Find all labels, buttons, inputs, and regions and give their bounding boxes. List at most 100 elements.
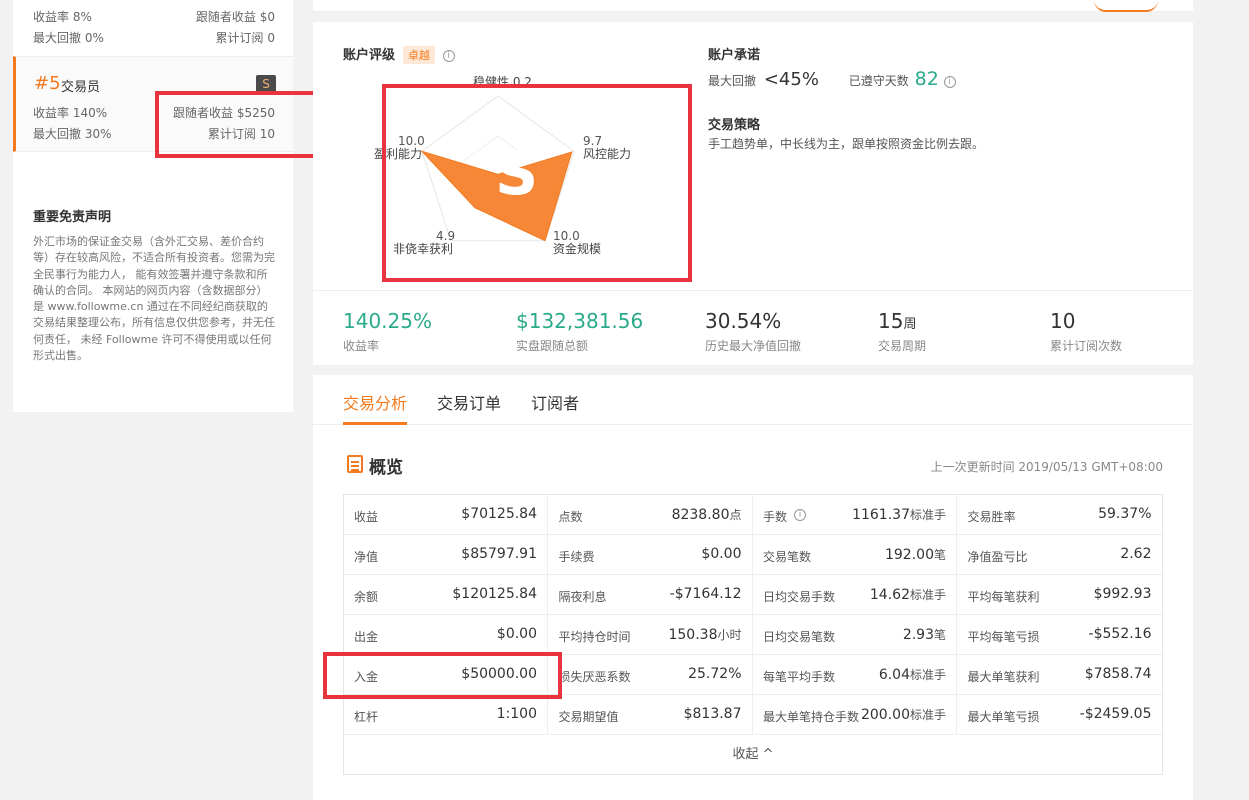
metric-value: 6.04标准手 [879, 666, 946, 683]
metric-label: 净值盈亏比 [967, 550, 1028, 564]
metric-label: 收益 [354, 510, 379, 524]
metric-value: 192.00笔 [885, 546, 946, 563]
table-cell: 杠杆 1:100 [344, 695, 548, 735]
metric-value: 200.00标准手 [861, 706, 946, 723]
collapse-button[interactable]: 收起 ^ [344, 735, 1162, 775]
trader-list-panel: 收益率 8% 跟随者收益 $0 最大回撤 0% 累计订阅 0 #5 交易员 S … [13, 0, 293, 412]
metric-number: $70125.84 [461, 506, 537, 522]
tab-analysis[interactable]: 交易分析 [343, 390, 407, 414]
trader-follower-return: 跟随者收益 $0 [195, 10, 275, 24]
last-updated: 上一次更新时间 2019/05/13 GMT+08:00 [930, 460, 1163, 474]
metric-label: 日均交易手数 [763, 590, 836, 604]
table-cell: 日均交易手数 14.62标准手 [753, 575, 957, 615]
metric-number: 192.00 [884, 547, 934, 563]
metric-number: $120125.84 [452, 586, 537, 602]
metric-number: 25.72% [688, 666, 742, 682]
table-cell: 净值盈亏比 2.62 [958, 535, 1162, 575]
stat-max-drawdown: 30.54% 历史最大净值回撤 [705, 309, 801, 354]
disclaimer-text: 外汇市场的保证金交易（含外汇交易、差价合约等）存在较高风险，不适合所有投资者。您… [33, 235, 275, 363]
metric-label: 杠杆 [354, 710, 379, 724]
metric-number: 8238.80 [671, 507, 730, 523]
metric-label: 每笔平均手数 [763, 670, 836, 684]
metric-number: $813.87 [683, 706, 742, 722]
tab-subscribers[interactable]: 订阅者 [531, 390, 579, 414]
metric-unit: 小时 [717, 628, 742, 642]
metric-label: 平均每笔亏损 [967, 630, 1040, 644]
document-icon [347, 455, 363, 473]
max-dd-value: <45% [763, 69, 819, 90]
metric-unit: 标准手 [909, 668, 946, 682]
stat-follow-total: $132,381.56 实盘跟随总额 [516, 309, 643, 354]
metric-number: 59.37% [1098, 506, 1152, 522]
table-cell: 手续费 $0.00 [549, 535, 753, 575]
table-row: 余额 $120125.84 隔夜利息 -$7164.12 日均交易手数 14.62标准手平… [344, 575, 1162, 615]
table-cell: 最大单笔亏损 -$2459.05 [958, 695, 1162, 735]
strategy-label: 交易策略 [708, 118, 761, 133]
metric-unit: 笔 [933, 628, 946, 642]
metric-number: 200.00 [860, 707, 910, 723]
metric-label: 余额 [354, 590, 379, 604]
table-row: 出金 $0.00 平均持仓时间 150.38小时 日均交易笔数 2.93笔 平均每笔亏损 -$… [344, 615, 1162, 655]
metric-label: 日均交易笔数 [763, 630, 836, 644]
highlight-box-radar [382, 84, 692, 282]
stat-return-value: 140.25% [343, 309, 432, 333]
commitment-label: 账户承诺 [708, 48, 761, 63]
metric-label: 出金 [354, 630, 379, 644]
account-summary-card: 账户评级 卓越 i S 稳健性 0.2 9.7 风控能力 10.0 资金规模 4… [313, 22, 1193, 365]
table-cell: 收益 $70125.84 [344, 495, 548, 535]
trader-return: 收益率 8% [33, 10, 92, 24]
metric-label: 损失厌恶系数 [558, 670, 631, 684]
metric-unit: 标准手 [909, 708, 946, 722]
metric-number: $0.00 [701, 546, 742, 562]
info-icon[interactable]: i [442, 49, 455, 62]
trader-return: 收益率 140% [33, 106, 108, 120]
metric-unit: 标准手 [909, 508, 946, 522]
overview-title: 概览 [369, 458, 403, 478]
stat-max-drawdown-value: 30.54% [705, 309, 782, 333]
metric-unit: 点 [729, 508, 742, 522]
metric-value: 2.93笔 [903, 626, 946, 643]
metric-label: 交易期望值 [558, 710, 619, 724]
metric-unit: 笔 [933, 548, 946, 562]
table-cell: 日均交易笔数 2.93笔 [753, 615, 957, 655]
table-cell: 点数 8238.80点 [549, 495, 753, 535]
days-label: 已遵守天数 [848, 74, 909, 88]
metric-label: 最大单笔持仓手数 [763, 710, 860, 724]
trader-role: 交易员 [61, 80, 101, 95]
table-cell: 最大单笔获利 $7858.74 [958, 655, 1162, 695]
table-cell: 出金 $0.00 [344, 615, 548, 655]
table-cell: 最大单笔持仓手数 200.00标准手 [753, 695, 957, 735]
follow-button-edge[interactable] [1094, 0, 1158, 12]
lots-info-icon[interactable]: i [794, 509, 806, 521]
metric-value: $120125.84 [452, 586, 537, 602]
metric-number: -$7164.12 [669, 586, 742, 602]
disclaimer-title: 重要免责声明 [33, 210, 112, 225]
metric-number: 1:100 [496, 706, 537, 722]
metric-number: 1161.37 [852, 507, 910, 523]
tab-orders[interactable]: 交易订单 [437, 390, 501, 414]
table-cell: 平均每笔获利 $992.93 [958, 575, 1162, 615]
metric-value: $7858.74 [1085, 666, 1152, 682]
metric-value: -$552.16 [1089, 626, 1152, 642]
stat-period-label: 交易周期 [878, 339, 927, 353]
trader-drawdown: 最大回撤 30% [33, 127, 112, 141]
metric-number: -$552.16 [1088, 626, 1152, 642]
metric-value: $813.87 [684, 706, 742, 722]
highlight-box-deposit [323, 652, 562, 699]
table-cell: 平均每笔亏损 -$552.16 [958, 615, 1162, 655]
stat-subscriptions-value: 10 [1050, 309, 1076, 333]
metric-value: 150.38小时 [668, 626, 741, 643]
metric-value: $70125.84 [461, 506, 537, 522]
table-row: 净值 $85797.91 手续费 $0.00 交易笔数 192.00笔 净值盈亏比 2.62 [344, 535, 1162, 575]
table-cell: 交易期望值 $813.87 [549, 695, 753, 735]
metric-label: 手续费 [558, 550, 595, 564]
metric-number: 2.62 [1120, 546, 1152, 562]
commitment-values: 最大回撤 <45% 已遵守天数 82 i [708, 68, 956, 90]
trader-drawdown: 最大回撤 0% [33, 31, 104, 45]
stats-row: 140.25% 收益率 $132,381.56 实盘跟随总额 30.54% 历史… [313, 290, 1193, 365]
days-info-icon[interactable]: i [943, 75, 956, 88]
metric-number: 2.93 [902, 627, 934, 643]
metric-label: 隔夜利息 [558, 590, 607, 604]
metric-unit: 标准手 [909, 588, 946, 602]
stat-period-unit: 周 [903, 317, 917, 332]
